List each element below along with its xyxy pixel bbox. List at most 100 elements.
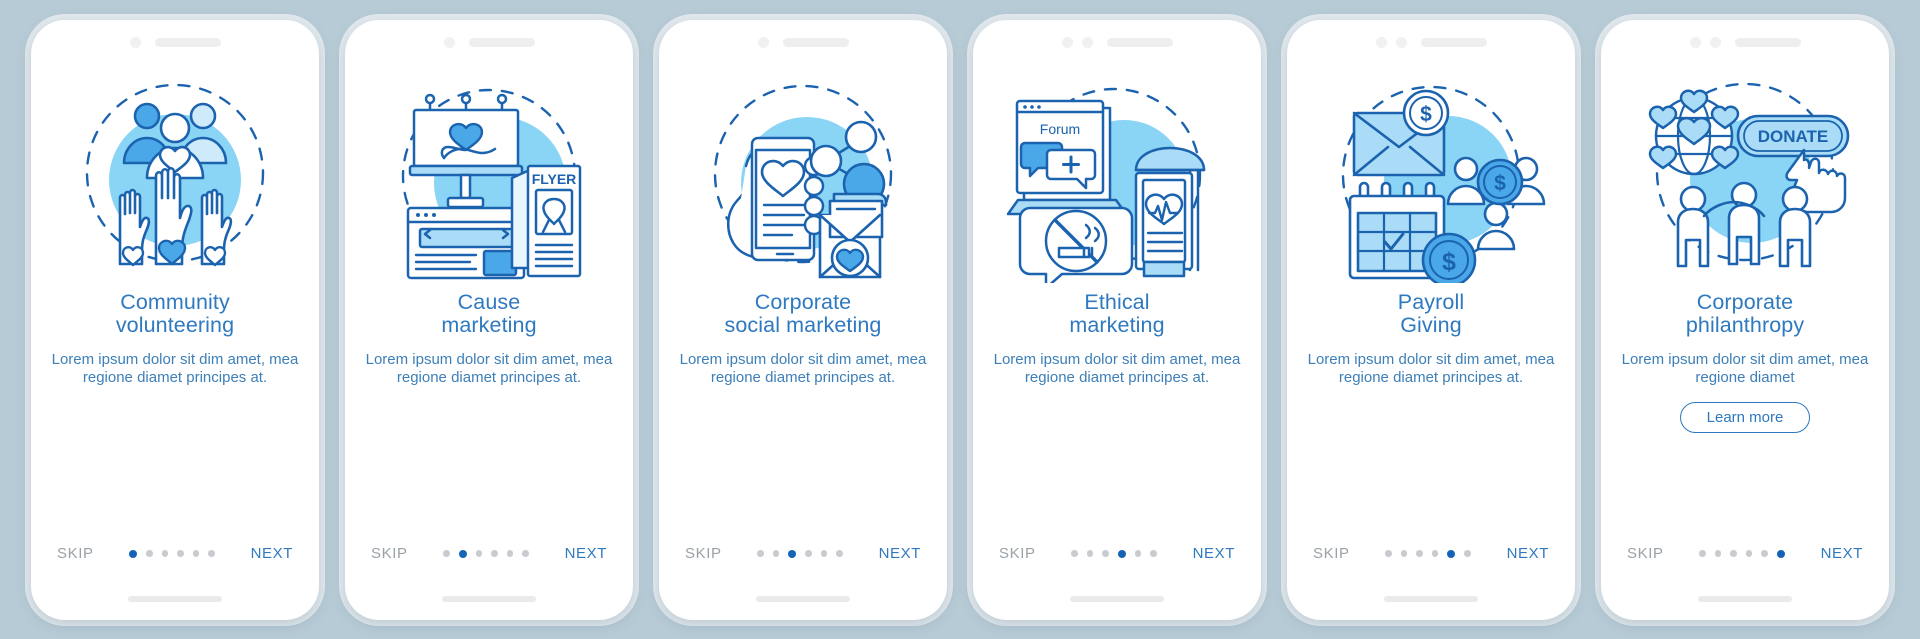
skip-button[interactable]: SKIP <box>685 545 722 562</box>
illustration-globe-hearts-donate-people: DONATE <box>1616 68 1874 283</box>
camera-dot-icon <box>129 37 141 48</box>
speaker-pill-icon <box>1734 38 1801 47</box>
pagination-dots <box>757 549 843 558</box>
pagination-dots <box>1385 549 1471 558</box>
next-button[interactable]: NEXT <box>1193 545 1235 562</box>
sensor-dot-icon <box>1395 37 1407 48</box>
screen-description: Lorem ipsum dolor sit dim amet, mea regi… <box>365 350 613 387</box>
illustration-forum-laptop-no-smoking-bus-stop: Forum <box>988 68 1246 283</box>
pagination-dot-3[interactable] <box>788 549 797 558</box>
pagination-dot-3[interactable] <box>1416 550 1423 557</box>
pagination-dot-5[interactable] <box>1134 550 1142 557</box>
next-button[interactable]: NEXT <box>565 545 607 562</box>
learn-more-button[interactable]: Learn more <box>1679 402 1811 434</box>
pagination-dot-3[interactable] <box>1102 550 1109 557</box>
phone-notch <box>1601 20 1889 66</box>
pagination-dot-1[interactable] <box>129 549 138 558</box>
pagination-dot-5[interactable] <box>1447 549 1456 558</box>
home-indicator[interactable] <box>1384 595 1478 602</box>
skip-button[interactable]: SKIP <box>1313 545 1350 562</box>
pagination-dot-1[interactable] <box>757 550 764 557</box>
phone-notch <box>973 20 1261 66</box>
pagination-dot-2[interactable] <box>1400 550 1408 557</box>
next-button[interactable]: NEXT <box>251 545 293 562</box>
pagination-dot-2[interactable] <box>146 550 153 557</box>
phone-screen-cause-marketing: FLYER Cause marketing Lorem ipsum dolor … <box>345 19 633 620</box>
next-button[interactable]: NEXT <box>1507 545 1549 562</box>
pagination-dot-2[interactable] <box>1086 550 1094 557</box>
speaker-pill-icon <box>1420 38 1487 47</box>
pagination-dot-4[interactable] <box>1745 550 1753 557</box>
illustration-phone-share-and-envelope <box>674 68 932 283</box>
pagination-dot-1[interactable] <box>1699 550 1706 557</box>
screen-title: Community volunteering <box>115 289 235 337</box>
speaker-pill-icon <box>468 38 535 47</box>
svg-text:$: $ <box>1442 248 1456 276</box>
pagination-dot-5[interactable] <box>192 550 200 557</box>
pagination-dot-1[interactable] <box>1071 550 1078 557</box>
speaker-pill-icon <box>782 38 849 47</box>
skip-button[interactable]: SKIP <box>999 545 1036 562</box>
pagination-dot-5[interactable] <box>820 550 828 557</box>
pagination-dots <box>129 549 215 558</box>
screen-description: Lorem ipsum dolor sit dim amet, mea regi… <box>51 350 299 387</box>
phone-screen-corporate-philanthropy: DONATE Corporate philanthropy Lorem ipsu… <box>1601 19 1889 620</box>
screen-title: Payroll Giving <box>1397 289 1465 337</box>
pagination-dots <box>1699 549 1785 558</box>
screen-description: Lorem ipsum dolor sit dim amet, mea regi… <box>993 350 1241 387</box>
phone-screen-payroll-giving: $ $ $ Payroll Giving Lorem ipsum dolor s… <box>1287 19 1575 620</box>
pagination-dot-6[interactable] <box>1464 550 1471 557</box>
home-indicator[interactable] <box>756 595 850 602</box>
illustration-envelope-calendar-people-dollar: $ $ $ <box>1302 68 1560 283</box>
flyer-label: FLYER <box>532 171 577 187</box>
pagination-dot-6[interactable] <box>1776 549 1785 558</box>
pagination-dots <box>1071 549 1157 558</box>
onboarding-nav: SKIP NEXT <box>973 539 1261 569</box>
pagination-dot-2[interactable] <box>1714 550 1722 557</box>
pagination-dot-3[interactable] <box>1730 550 1737 557</box>
onboarding-nav: SKIP NEXT <box>345 539 633 569</box>
next-button[interactable]: NEXT <box>879 545 921 562</box>
home-indicator[interactable] <box>1070 595 1164 602</box>
home-indicator[interactable] <box>128 595 222 602</box>
screen-description: Lorem ipsum dolor sit dim amet, mea regi… <box>679 350 927 387</box>
pagination-dot-2[interactable] <box>458 549 467 558</box>
illustration-billboard-and-flyer: FLYER <box>360 68 618 283</box>
screen-title: Corporate social marketing <box>724 289 882 337</box>
speaker-pill-icon <box>1106 38 1173 47</box>
forum-label: Forum <box>1040 121 1080 137</box>
skip-button[interactable]: SKIP <box>1627 545 1664 562</box>
pagination-dot-5[interactable] <box>506 550 514 557</box>
pagination-dot-2[interactable] <box>772 550 780 557</box>
pagination-dot-4[interactable] <box>491 550 498 557</box>
pagination-dot-6[interactable] <box>522 550 529 557</box>
pagination-dot-5[interactable] <box>1761 550 1768 557</box>
sensor-dot-icon <box>1709 37 1721 48</box>
donate-label: DONATE <box>1758 127 1829 146</box>
home-indicator[interactable] <box>442 595 536 602</box>
skip-button[interactable]: SKIP <box>371 545 408 562</box>
pagination-dot-3[interactable] <box>161 550 169 557</box>
screen-title: Corporate philanthropy <box>1685 289 1805 337</box>
pagination-dot-6[interactable] <box>1150 550 1157 557</box>
camera-dot-icon <box>1375 37 1387 48</box>
screen-title: Ethical marketing <box>1069 289 1165 337</box>
pagination-dot-4[interactable] <box>805 550 812 557</box>
pagination-dot-1[interactable] <box>443 550 450 557</box>
pagination-dot-4[interactable] <box>1431 550 1439 557</box>
illustration-raised-hands-with-hearts <box>46 68 304 283</box>
phone-notch <box>659 20 947 66</box>
onboarding-screens-stage: Community volunteering Lorem ipsum dolor… <box>0 0 1920 639</box>
onboarding-nav: SKIP NEXT <box>1287 539 1575 569</box>
camera-dot-icon <box>757 37 769 48</box>
home-indicator[interactable] <box>1698 595 1792 602</box>
camera-dot-icon <box>443 37 455 48</box>
pagination-dot-4[interactable] <box>1117 549 1126 558</box>
pagination-dot-6[interactable] <box>208 550 215 557</box>
pagination-dot-6[interactable] <box>836 550 843 557</box>
next-button[interactable]: NEXT <box>1821 545 1863 562</box>
pagination-dot-1[interactable] <box>1385 550 1392 557</box>
skip-button[interactable]: SKIP <box>57 545 94 562</box>
pagination-dot-3[interactable] <box>475 550 483 557</box>
pagination-dot-4[interactable] <box>177 550 184 557</box>
